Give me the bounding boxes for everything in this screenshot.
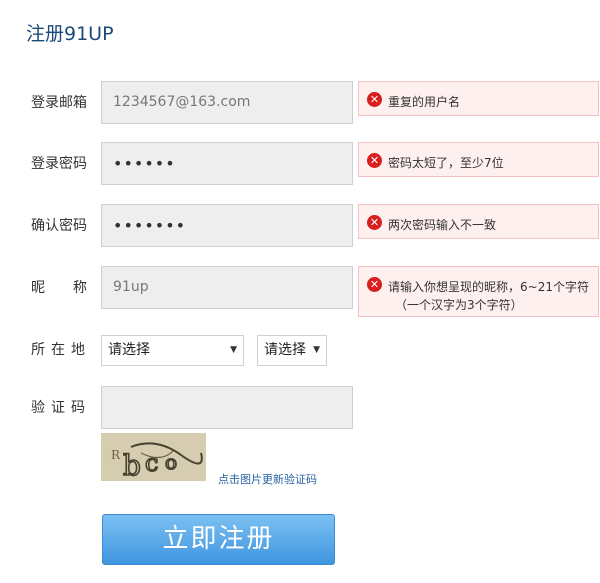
svg-text:o: o bbox=[165, 450, 177, 474]
page-title: 注册91UP bbox=[26, 23, 114, 45]
error-x-icon: ✕ bbox=[367, 215, 382, 230]
captcha-label: 验证码 bbox=[31, 400, 91, 416]
svg-text:R: R bbox=[111, 448, 121, 462]
password-field[interactable]: •••••• bbox=[101, 142, 353, 185]
email-field[interactable]: 1234567@163.com bbox=[101, 81, 353, 124]
nickname-label-right: 称 bbox=[73, 280, 87, 296]
location-label: 所在地 bbox=[31, 342, 91, 358]
svg-text:c: c bbox=[145, 449, 158, 477]
register-button[interactable]: 立即注册 bbox=[102, 514, 335, 565]
email-label: 登录邮箱 bbox=[31, 95, 87, 111]
caret-down-icon: ▼ bbox=[313, 345, 320, 355]
error-x-icon: ✕ bbox=[367, 92, 382, 107]
password-label: 登录密码 bbox=[31, 156, 87, 172]
confirm-password-field[interactable]: ••••••• bbox=[101, 204, 353, 247]
captcha-field[interactable] bbox=[101, 386, 353, 429]
password-error-text: 密码太短了，至少7位 bbox=[388, 156, 504, 170]
error-x-icon: ✕ bbox=[367, 277, 382, 292]
province-select[interactable]: 请选择 ▼ bbox=[101, 335, 244, 366]
nickname-field[interactable]: 91up bbox=[101, 266, 353, 309]
caret-down-icon: ▼ bbox=[230, 345, 237, 355]
city-select-value: 请选择 bbox=[264, 342, 306, 358]
confirm-password-error: ✕ 两次密码输入不一致 bbox=[358, 204, 599, 239]
nickname-error: ✕ 请输入你想呈现的昵称，6~21个字符 （一个汉字为3个字符） bbox=[358, 266, 599, 317]
password-error: ✕ 密码太短了，至少7位 bbox=[358, 142, 599, 177]
email-error-text: 重复的用户名 bbox=[388, 95, 461, 109]
captcha-image[interactable]: R b c o bbox=[101, 433, 206, 481]
nickname-error-note: （一个汉字为3个字符） bbox=[395, 298, 523, 312]
province-select-value: 请选择 bbox=[108, 342, 150, 358]
nickname-error-text: 请输入你想呈现的昵称，6~21个字符 bbox=[388, 280, 589, 294]
city-select[interactable]: 请选择 ▼ bbox=[257, 335, 327, 366]
svg-text:b: b bbox=[123, 449, 141, 481]
email-error: ✕ 重复的用户名 bbox=[358, 81, 599, 116]
nickname-label: 昵称 bbox=[31, 277, 87, 297]
nickname-label-left: 昵 bbox=[31, 280, 45, 296]
captcha-refresh-link[interactable]: 点击图片更新验证码 bbox=[218, 471, 317, 487]
confirm-password-error-text: 两次密码输入不一致 bbox=[388, 218, 497, 232]
confirm-password-label: 确认密码 bbox=[31, 218, 87, 234]
error-x-icon: ✕ bbox=[367, 153, 382, 168]
